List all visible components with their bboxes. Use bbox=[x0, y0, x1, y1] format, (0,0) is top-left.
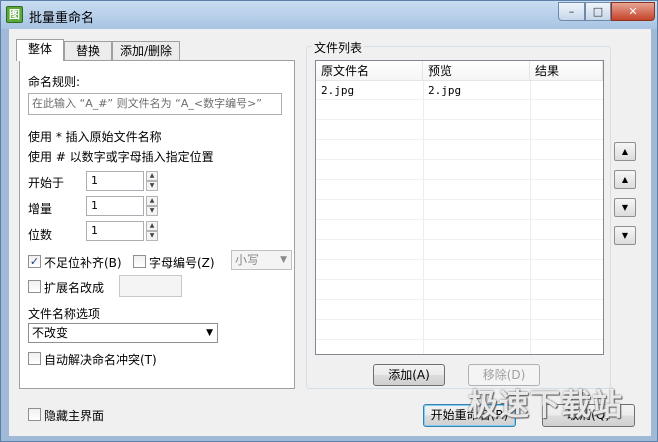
increment-input[interactable]: 1 bbox=[86, 196, 144, 216]
digits-label: 位数 bbox=[28, 228, 53, 242]
minimize-button[interactable]: – bbox=[558, 2, 585, 21]
move-top-icon: ▲ bbox=[621, 147, 629, 156]
hide-main-checkbox[interactable] bbox=[28, 408, 41, 421]
list-item bbox=[316, 261, 603, 280]
cell-preview: 2.jpg bbox=[428, 84, 462, 97]
move-down-button[interactable]: ▼ bbox=[614, 198, 636, 217]
list-item bbox=[316, 221, 603, 240]
pad-checkbox[interactable]: ✓ bbox=[28, 255, 41, 268]
start-input[interactable]: 1 bbox=[86, 171, 144, 191]
file-list[interactable]: 原文件名 预览 结果 2.jpg 2.jpg bbox=[315, 60, 604, 355]
hint-insert-number: 使用 # 以数字或字母插入指定位置 bbox=[28, 150, 214, 164]
check-icon: ✓ bbox=[29, 255, 40, 268]
list-item bbox=[316, 141, 603, 160]
ext-checkbox[interactable] bbox=[28, 280, 41, 293]
move-down-icon: ▼ bbox=[621, 203, 629, 212]
maximize-button[interactable]: □ bbox=[585, 2, 611, 21]
table-row[interactable]: 2.jpg 2.jpg bbox=[316, 81, 603, 100]
start-label: 开始于 bbox=[28, 176, 65, 190]
letter-label: 字母编号(Z) bbox=[149, 256, 215, 270]
column-original[interactable]: 原文件名 bbox=[316, 61, 423, 81]
cell-result bbox=[530, 81, 603, 100]
down-arrow-icon[interactable]: ▼ bbox=[146, 231, 158, 241]
chevron-down-icon: ▼ bbox=[280, 255, 287, 265]
list-item bbox=[316, 161, 603, 180]
up-arrow-icon[interactable]: ▲ bbox=[146, 221, 158, 231]
up-arrow-icon[interactable]: ▲ bbox=[146, 196, 158, 206]
list-item bbox=[316, 181, 603, 200]
move-bottom-icon: ▼ bbox=[621, 231, 629, 240]
column-result[interactable]: 结果 bbox=[530, 61, 603, 81]
hint-insert-original: 使用 * 插入原始文件名称 bbox=[28, 130, 162, 144]
ext-label: 扩展名改成 bbox=[44, 281, 105, 295]
tab-replace[interactable]: 替换 bbox=[64, 41, 112, 61]
chevron-down-icon: ▼ bbox=[206, 328, 213, 338]
rename-window: 图 批量重命名 – □ ✕ 整体 替换 添加/删除 命名规则: 在此输入 “A_… bbox=[0, 0, 658, 442]
list-item bbox=[316, 301, 603, 320]
move-bottom-button[interactable]: ▼ bbox=[614, 226, 636, 245]
column-preview[interactable]: 预览 bbox=[423, 61, 530, 81]
title-bar[interactable]: 图 批量重命名 – □ ✕ bbox=[1, 1, 657, 29]
list-item bbox=[316, 281, 603, 300]
list-item bbox=[316, 101, 603, 120]
tab-panel-overall: 命名规则: 在此输入 “A_#” 则文件名为 “A_<数字编号>” 使用 * 插… bbox=[19, 60, 295, 389]
ext-input[interactable] bbox=[119, 275, 182, 297]
move-up-button[interactable]: ▲ bbox=[614, 170, 636, 189]
rule-label: 命名规则: bbox=[28, 75, 81, 89]
move-top-button[interactable]: ▲ bbox=[614, 142, 636, 161]
case-value: 小写 bbox=[235, 253, 260, 267]
conflict-checkbox[interactable] bbox=[28, 352, 41, 365]
app-icon: 图 bbox=[6, 6, 23, 23]
options-select[interactable]: 不改变 ▼ bbox=[28, 323, 218, 343]
up-arrow-icon[interactable]: ▲ bbox=[146, 171, 158, 181]
tab-add-delete[interactable]: 添加/删除 bbox=[112, 41, 180, 61]
digits-input[interactable]: 1 bbox=[86, 221, 144, 241]
list-item bbox=[316, 121, 603, 140]
pad-label: 不足位补齐(B) bbox=[44, 256, 122, 270]
increment-stepper[interactable]: ▲ ▼ bbox=[146, 196, 158, 216]
cell-original: 2.jpg bbox=[321, 84, 355, 97]
down-arrow-icon[interactable]: ▼ bbox=[146, 181, 158, 191]
window-title: 批量重命名 bbox=[29, 11, 95, 26]
list-item bbox=[316, 321, 603, 340]
move-up-icon: ▲ bbox=[621, 175, 629, 184]
increment-label: 增量 bbox=[28, 202, 53, 216]
close-button[interactable]: ✕ bbox=[611, 2, 655, 21]
watermark-logo: 极速下载站 bbox=[468, 388, 623, 423]
dialog-client: 整体 替换 添加/删除 命名规则: 在此输入 “A_#” 则文件名为 “A_<数… bbox=[9, 29, 651, 436]
start-stepper[interactable]: ▲ ▼ bbox=[146, 171, 158, 191]
options-value: 不改变 bbox=[32, 326, 69, 340]
tab-overall[interactable]: 整体 bbox=[16, 39, 64, 61]
letter-checkbox[interactable] bbox=[133, 255, 146, 268]
digits-stepper[interactable]: ▲ ▼ bbox=[146, 221, 158, 241]
add-button[interactable]: 添加(A) bbox=[373, 364, 445, 386]
hide-main-label: 隐藏主界面 bbox=[44, 409, 105, 423]
rule-input[interactable]: 在此输入 “A_#” 则文件名为 “A_<数字编号>” bbox=[28, 93, 282, 115]
list-item bbox=[316, 201, 603, 220]
conflict-label: 自动解决命名冲突(T) bbox=[44, 353, 157, 367]
down-arrow-icon[interactable]: ▼ bbox=[146, 206, 158, 216]
file-list-header: 原文件名 预览 结果 bbox=[316, 61, 603, 81]
options-label: 文件名称选项 bbox=[28, 307, 101, 321]
file-list-title: 文件列表 bbox=[312, 39, 365, 56]
list-item bbox=[316, 241, 603, 260]
case-select[interactable]: 小写 ▼ bbox=[231, 250, 292, 270]
